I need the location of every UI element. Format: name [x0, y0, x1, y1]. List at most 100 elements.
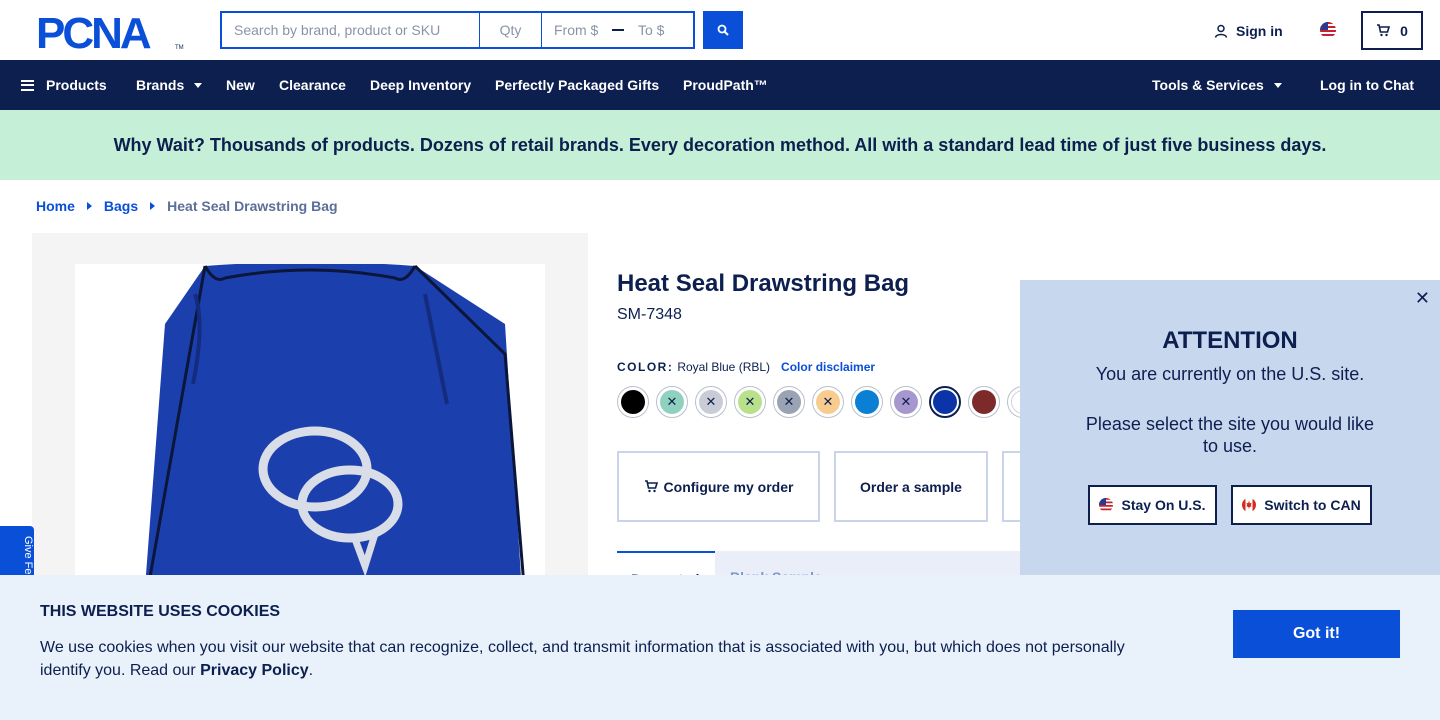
got-it-button[interactable]: Got it! [1233, 610, 1400, 658]
color-swatch[interactable] [968, 386, 1000, 418]
qty-input[interactable]: Qty [480, 13, 542, 47]
search-icon [717, 24, 729, 36]
swatch-color [933, 390, 957, 414]
pcna-logo[interactable]: PCNA TM [36, 12, 184, 52]
nav-products[interactable]: Products [21, 60, 107, 110]
modal-prompt: Please select the site you would like to… [1085, 414, 1375, 456]
swatch-color: ✕ [699, 390, 723, 414]
chevron-down-icon [194, 82, 203, 88]
product-title: Heat Seal Drawstring Bag [617, 270, 910, 297]
swatch-color: ✕ [738, 390, 762, 414]
switch-can-button[interactable]: Switch to CAN [1231, 485, 1372, 525]
cookie-period: . [308, 662, 314, 679]
nav-chat-label: Log in to Chat [1320, 77, 1415, 93]
cart-icon [644, 480, 658, 493]
nav-clearance-label: Clearance [279, 77, 346, 93]
nav-deep-inventory[interactable]: Deep Inventory [370, 60, 471, 110]
nav-products-label: Products [46, 77, 107, 93]
svg-text:TM: TM [175, 45, 184, 51]
privacy-policy-link[interactable]: Privacy Policy [200, 662, 309, 679]
price-from-input[interactable]: From $ [542, 13, 608, 47]
nav-deep-inventory-label: Deep Inventory [370, 77, 472, 93]
hamburger-icon [21, 79, 34, 91]
chevron-down-icon [1273, 82, 1282, 88]
color-swatch[interactable]: ✕ [734, 386, 766, 418]
sign-in-label: Sign in [1236, 23, 1283, 39]
configure-order-button[interactable]: Configure my order [617, 451, 820, 522]
top-header: PCNA TM Search by brand, product or SKU … [0, 0, 1440, 60]
main-nav: Products Brands New Clearance Deep Inven… [0, 60, 1440, 110]
unavailable-x-icon: ✕ [666, 394, 678, 409]
user-icon [1214, 24, 1228, 38]
swatch-color: ✕ [894, 390, 918, 414]
product-sku: SM-7348 [617, 306, 682, 323]
nav-chat[interactable]: Log in to Chat [1320, 60, 1414, 110]
color-swatch[interactable]: ✕ [656, 386, 688, 418]
nav-tools[interactable]: Tools & Services [1152, 60, 1282, 110]
us-flag-icon[interactable] [1320, 22, 1336, 38]
promo-banner: Why Wait? Thousands of products. Dozens … [0, 110, 1440, 180]
us-flag-icon [1099, 498, 1114, 512]
modal-message: You are currently on the U.S. site. [1095, 364, 1365, 384]
swatch-color: ✕ [660, 390, 684, 414]
unavailable-x-icon: ✕ [900, 394, 912, 409]
swatch-color [855, 390, 879, 414]
breadcrumb-current: Heat Seal Drawstring Bag [167, 198, 338, 214]
site-select-modal: ✕ ATTENTION You are currently on the U.S… [1020, 280, 1440, 580]
color-swatch[interactable]: ✕ [695, 386, 727, 418]
search-button[interactable] [703, 11, 743, 49]
color-label: COLOR: [617, 360, 674, 374]
configure-order-label: Configure my order [663, 478, 794, 495]
unavailable-x-icon: ✕ [705, 394, 717, 409]
color-swatch[interactable]: ✕ [890, 386, 922, 418]
nav-proudpath-label: ProudPath™ [683, 77, 768, 93]
cart-button[interactable]: 0 [1361, 11, 1423, 50]
cookie-text: We use cookies when you visit our websit… [40, 636, 1150, 682]
price-to-input[interactable]: To $ [628, 13, 693, 47]
search-input[interactable]: Search by brand, product or SKU [222, 13, 480, 47]
swatch-color: ✕ [777, 390, 801, 414]
color-disclaimer-link[interactable]: Color disclaimer [781, 360, 875, 374]
color-swatch[interactable] [929, 386, 961, 418]
nav-new[interactable]: New [226, 60, 255, 110]
color-value: Royal Blue (RBL) [677, 360, 771, 374]
promo-banner-text: Why Wait? Thousands of products. Dozens … [113, 134, 1327, 155]
canada-flag-icon [1242, 498, 1257, 512]
color-swatch[interactable]: ✕ [773, 386, 805, 418]
cart-count: 0 [1400, 22, 1408, 39]
nav-brands-label: Brands [136, 77, 185, 93]
unavailable-x-icon: ✕ [744, 394, 756, 409]
nav-proudpath[interactable]: ProudPath™ [683, 60, 768, 110]
nav-tools-label: Tools & Services [1152, 77, 1264, 93]
color-row: COLOR: Royal Blue (RBL) Color disclaimer [617, 360, 875, 374]
logo-text: PCNA [36, 12, 151, 52]
swatch-color [621, 390, 645, 414]
close-icon[interactable]: ✕ [1415, 288, 1430, 309]
color-swatch[interactable]: ✕ [812, 386, 844, 418]
switch-can-label: Switch to CAN [1264, 497, 1361, 513]
chevron-right-icon [150, 202, 156, 210]
nav-clearance[interactable]: Clearance [279, 60, 346, 110]
nav-gifts[interactable]: Perfectly Packaged Gifts [495, 60, 659, 110]
modal-title: ATTENTION [1162, 327, 1298, 354]
breadcrumb-bags[interactable]: Bags [104, 198, 138, 214]
nav-gifts-label: Perfectly Packaged Gifts [495, 77, 660, 93]
order-sample-label: Order a sample [860, 478, 962, 495]
stay-us-button[interactable]: Stay On U.S. [1088, 485, 1217, 525]
unavailable-x-icon: ✕ [783, 394, 795, 409]
color-swatch[interactable] [617, 386, 649, 418]
nav-new-label: New [226, 77, 255, 93]
stay-us-label: Stay On U.S. [1121, 497, 1206, 513]
nav-brands[interactable]: Brands [136, 60, 203, 110]
swatch-color [972, 390, 996, 414]
cart-icon [1377, 24, 1391, 37]
breadcrumb: Home Bags Heat Seal Drawstring Bag [36, 198, 338, 214]
order-sample-button[interactable]: Order a sample [834, 451, 988, 522]
unavailable-x-icon: ✕ [822, 394, 834, 409]
color-swatch[interactable] [851, 386, 883, 418]
chevron-right-icon [86, 202, 92, 210]
cookie-banner: THIS WEBSITE USES COOKIES We use cookies… [0, 575, 1440, 720]
breadcrumb-home[interactable]: Home [36, 198, 75, 214]
range-dash [608, 13, 628, 47]
sign-in-link[interactable]: Sign in [1214, 20, 1283, 42]
